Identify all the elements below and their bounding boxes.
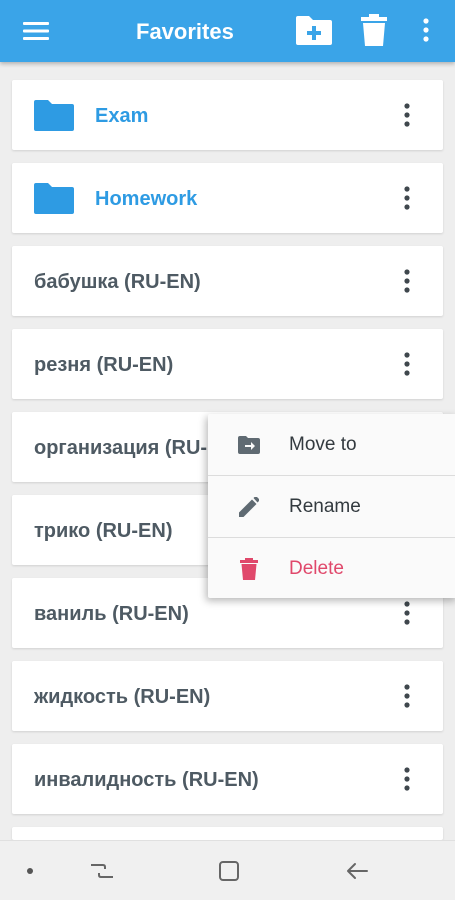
- row-more-button[interactable]: [393, 184, 421, 212]
- word-label: бабушка (RU-EN): [34, 271, 201, 293]
- word-row[interactable]: резня (RU-EN): [12, 329, 443, 399]
- more-vert-icon: [404, 601, 410, 625]
- more-vert-icon: [404, 684, 410, 708]
- folder-row-homework[interactable]: Homework: [12, 163, 443, 233]
- menu-icon: [23, 22, 49, 40]
- folder-label: Homework: [95, 188, 198, 210]
- word-label: резня (RU-EN): [34, 354, 174, 376]
- rename-label: Rename: [289, 496, 361, 517]
- more-vert-icon: [404, 186, 410, 210]
- word-row[interactable]: бабушка (RU-EN): [12, 246, 443, 316]
- recent-apps-button[interactable]: [84, 855, 120, 887]
- context-menu: Move to Rename Delete: [208, 414, 455, 598]
- more-vert-icon: [423, 18, 429, 42]
- word-label: инвалидность (RU-EN): [34, 769, 259, 791]
- more-vert-icon: [404, 352, 410, 376]
- word-label: трико (RU-EN): [34, 520, 173, 542]
- rename-menu-item[interactable]: Rename: [208, 476, 455, 537]
- menu-button[interactable]: [18, 16, 54, 46]
- dot-icon: [27, 868, 33, 874]
- row-more-button[interactable]: [393, 765, 421, 793]
- row-more-button[interactable]: [393, 599, 421, 627]
- trash-icon: [361, 14, 387, 46]
- folder-label: Exam: [95, 105, 149, 127]
- row-more-button[interactable]: [393, 101, 421, 129]
- system-nav-bar: [0, 840, 455, 900]
- recent-apps-icon: [91, 864, 113, 878]
- delete-label: Delete: [289, 558, 344, 579]
- page-title: Favorites: [136, 19, 234, 44]
- row-more-button[interactable]: [393, 350, 421, 378]
- word-row[interactable]: жидкость (RU-EN): [12, 661, 443, 731]
- more-vert-icon: [404, 103, 410, 127]
- word-row-partial[interactable]: [12, 827, 443, 840]
- add-folder-button[interactable]: [292, 10, 336, 50]
- row-more-button[interactable]: [393, 682, 421, 710]
- row-more-button[interactable]: [393, 267, 421, 295]
- delete-all-button[interactable]: [356, 10, 392, 50]
- folder-row-exam[interactable]: Exam: [12, 80, 443, 150]
- back-button[interactable]: [339, 855, 375, 887]
- back-icon: [347, 863, 368, 879]
- home-icon: [219, 861, 239, 881]
- word-label: жидкость (RU-EN): [34, 686, 211, 708]
- nav-dot-button[interactable]: [12, 855, 48, 887]
- pencil-icon: [239, 497, 259, 517]
- more-vert-icon: [404, 767, 410, 791]
- folder-icon: [34, 100, 74, 131]
- delete-menu-item[interactable]: Delete: [208, 538, 455, 599]
- app-bar: Favorites: [0, 0, 455, 62]
- more-vert-icon: [404, 269, 410, 293]
- word-label: ваниль (RU-EN): [34, 603, 189, 625]
- overflow-menu-button[interactable]: [412, 10, 440, 50]
- trash-icon: [240, 558, 258, 580]
- word-row[interactable]: инвалидность (RU-EN): [12, 744, 443, 814]
- home-button[interactable]: [211, 855, 247, 887]
- move-to-label: Move to: [289, 434, 357, 455]
- move-to-menu-item[interactable]: Move to: [208, 414, 455, 475]
- move-to-folder-icon: [238, 436, 260, 454]
- add-folder-icon: [296, 16, 332, 45]
- folder-icon: [34, 183, 74, 214]
